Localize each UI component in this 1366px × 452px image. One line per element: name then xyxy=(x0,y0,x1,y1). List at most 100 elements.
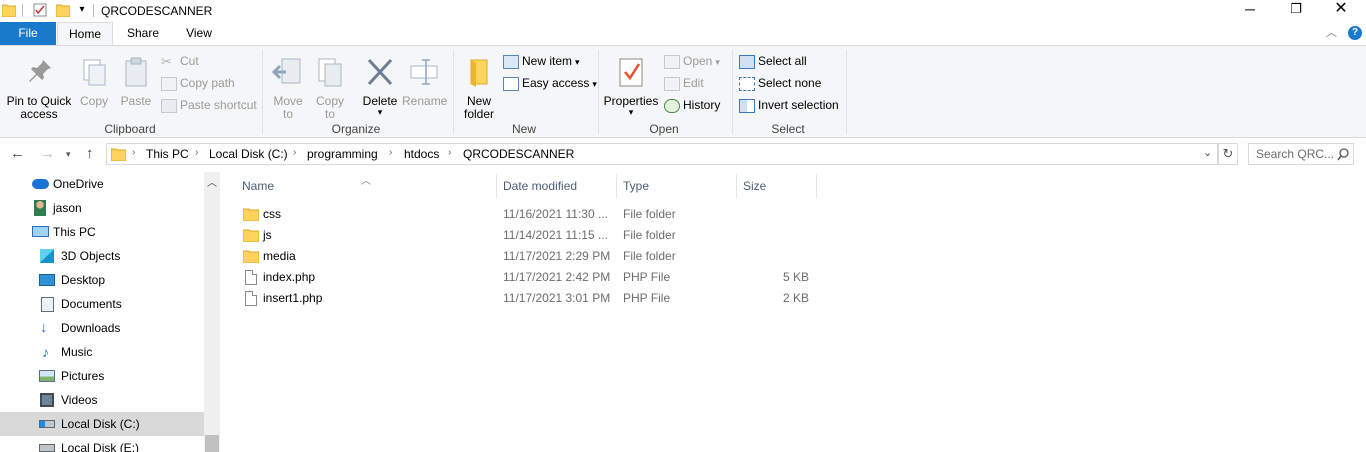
minimize-button[interactable]: ─ xyxy=(1236,0,1264,20)
file-name: index.php xyxy=(263,270,316,284)
copy-path-button[interactable]: Copy path xyxy=(161,73,235,93)
nav-item-local-disk-e[interactable]: Local Disk (E:) xyxy=(0,436,204,452)
user-icon xyxy=(34,200,46,216)
address-box[interactable]: › This PC › Local Disk (C:) › programmin… xyxy=(106,143,1218,165)
title-divider xyxy=(93,4,94,17)
breadcrumb-htdocs[interactable]: htdocs xyxy=(404,147,439,161)
breadcrumb-qrcodescanner[interactable]: QRCODESCANNER xyxy=(463,147,574,161)
edit-label: Edit xyxy=(683,76,704,90)
collapse-ribbon-chevron-icon[interactable]: ︿ xyxy=(1326,26,1338,40)
search-box[interactable]: Search QRC... xyxy=(1248,143,1354,165)
copy-path-label: Copy path xyxy=(180,76,235,90)
nav-item-pictures[interactable]: Pictures xyxy=(0,364,204,388)
breadcrumb-programming[interactable]: programming xyxy=(307,147,378,161)
table-row[interactable]: index.php 11/17/2021 2:42 PM PHP File 5 … xyxy=(220,267,820,288)
copy-to-icon xyxy=(318,58,342,87)
copy-to-button[interactable]: Copy to xyxy=(311,50,349,121)
history-button[interactable]: History xyxy=(664,95,720,115)
column-divider[interactable] xyxy=(496,174,497,198)
column-header-name[interactable]: Name xyxy=(242,178,274,202)
tab-file[interactable]: File xyxy=(0,22,56,46)
group-divider xyxy=(846,50,847,134)
address-history-chevron-icon[interactable]: ⌄ xyxy=(1203,146,1212,159)
nav-item-label: Local Disk (E:) xyxy=(61,441,140,452)
back-arrow-icon[interactable]: ← xyxy=(10,146,26,162)
new-folder-button[interactable]: New folder xyxy=(459,50,499,121)
edit-button[interactable]: Edit xyxy=(664,73,704,93)
up-arrow-icon[interactable]: ↑ xyxy=(86,146,100,162)
breadcrumb-this-pc[interactable]: This PC xyxy=(146,147,189,161)
rename-button[interactable]: Rename xyxy=(402,50,447,108)
nav-item-music[interactable]: ♪ Music xyxy=(0,340,204,364)
scissors-icon: ✂ xyxy=(161,53,172,69)
cut-label: Cut xyxy=(180,54,199,68)
nav-item-label: 3D Objects xyxy=(61,249,121,263)
breadcrumb-local-disk[interactable]: Local Disk (C:) xyxy=(209,147,288,161)
table-row[interactable]: insert1.php 11/17/2021 3:01 PM PHP File … xyxy=(220,288,820,309)
desktop-icon xyxy=(39,274,55,286)
tab-share[interactable]: Share xyxy=(116,22,170,46)
close-button[interactable]: ✕ xyxy=(1327,0,1355,20)
breadcrumb-chevron-icon[interactable]: › xyxy=(293,147,296,158)
column-header-size[interactable]: Size xyxy=(743,178,766,202)
forward-arrow-icon[interactable]: → xyxy=(40,146,56,162)
breadcrumb-chevron-icon[interactable]: › xyxy=(132,147,135,158)
nav-item-videos[interactable]: Videos xyxy=(0,388,204,412)
refresh-icon[interactable]: ↻ xyxy=(1218,143,1238,165)
nav-item-onedrive[interactable]: OneDrive xyxy=(0,172,204,196)
breadcrumb-chevron-icon[interactable]: › xyxy=(389,147,392,158)
tab-view[interactable]: View xyxy=(174,22,224,46)
scroll-up-chevron-icon[interactable]: ︿ xyxy=(207,174,217,189)
new-item-button[interactable]: New item ▾ xyxy=(503,51,580,71)
nav-item-desktop[interactable]: Desktop xyxy=(0,268,204,292)
properties-quick-icon[interactable] xyxy=(33,3,47,17)
pin-icon xyxy=(29,60,51,82)
column-divider[interactable] xyxy=(616,174,617,198)
customize-toolbar-chevron-icon[interactable]: ▾ xyxy=(76,3,88,17)
cut-button[interactable]: ✂ Cut xyxy=(161,51,199,71)
invert-selection-button[interactable]: Invert selection xyxy=(739,95,839,115)
scrollbar-thumb[interactable] xyxy=(205,435,219,452)
copy-button[interactable]: Copy xyxy=(76,50,112,108)
table-row[interactable]: css 11/16/2021 11:30 ... File folder xyxy=(220,204,820,225)
pin-quick-access-button[interactable]: Pin to Quick access xyxy=(4,50,74,121)
nav-item-downloads[interactable]: ↓ Downloads xyxy=(0,316,204,340)
nav-item-this-pc[interactable]: This PC xyxy=(0,220,204,244)
nav-item-documents[interactable]: Documents xyxy=(0,292,204,316)
paste-icon xyxy=(125,57,147,87)
nav-scrollbar[interactable]: ︿ xyxy=(204,172,220,452)
properties-dropdown-chevron-icon[interactable]: ▾ xyxy=(603,108,659,117)
table-row[interactable]: media 11/17/2021 2:29 PM File folder xyxy=(220,246,820,267)
easy-access-button[interactable]: Easy access ▾ xyxy=(503,73,597,93)
table-row[interactable]: js 11/14/2021 11:15 ... File folder xyxy=(220,225,820,246)
move-to-button[interactable]: Move to xyxy=(268,50,308,121)
help-icon[interactable]: ? xyxy=(1348,26,1362,40)
column-header-date-modified[interactable]: Date modified xyxy=(503,178,577,202)
paste-shortcut-label: Paste shortcut xyxy=(180,98,257,112)
file-name: insert1.php xyxy=(263,291,323,305)
breadcrumb-chevron-icon[interactable]: › xyxy=(448,147,451,158)
breadcrumb-chevron-icon[interactable]: › xyxy=(195,147,198,158)
nav-item-label: Videos xyxy=(61,393,98,407)
paste-label: Paste xyxy=(120,94,152,108)
recent-locations-chevron-icon[interactable]: ▾ xyxy=(66,146,76,162)
nav-item-3d-objects[interactable]: 3D Objects xyxy=(0,244,204,268)
delete-button[interactable]: Delete ▾ xyxy=(360,50,400,117)
open-button[interactable]: Open ▾ xyxy=(664,51,720,71)
paste-button[interactable]: Paste xyxy=(117,50,155,108)
file-name: js xyxy=(263,228,272,242)
tab-home[interactable]: Home xyxy=(57,22,113,47)
php-file-icon xyxy=(245,291,257,306)
properties-button[interactable]: Properties ▾ xyxy=(603,50,659,117)
select-none-button[interactable]: Select none xyxy=(739,73,821,93)
nav-item-local-disk-c[interactable]: Local Disk (C:) xyxy=(0,412,204,436)
select-all-button[interactable]: Select all xyxy=(739,51,807,71)
paste-shortcut-button[interactable]: Paste shortcut xyxy=(161,95,257,115)
delete-dropdown-chevron-icon[interactable]: ▾ xyxy=(360,108,400,117)
restore-button[interactable]: ❐ xyxy=(1282,0,1310,20)
nav-item-jason[interactable]: jason xyxy=(0,196,204,220)
column-divider[interactable] xyxy=(736,174,737,198)
column-header-type[interactable]: Type xyxy=(623,178,649,202)
column-divider[interactable] xyxy=(816,174,817,198)
new-folder-quick-icon[interactable] xyxy=(56,3,70,17)
